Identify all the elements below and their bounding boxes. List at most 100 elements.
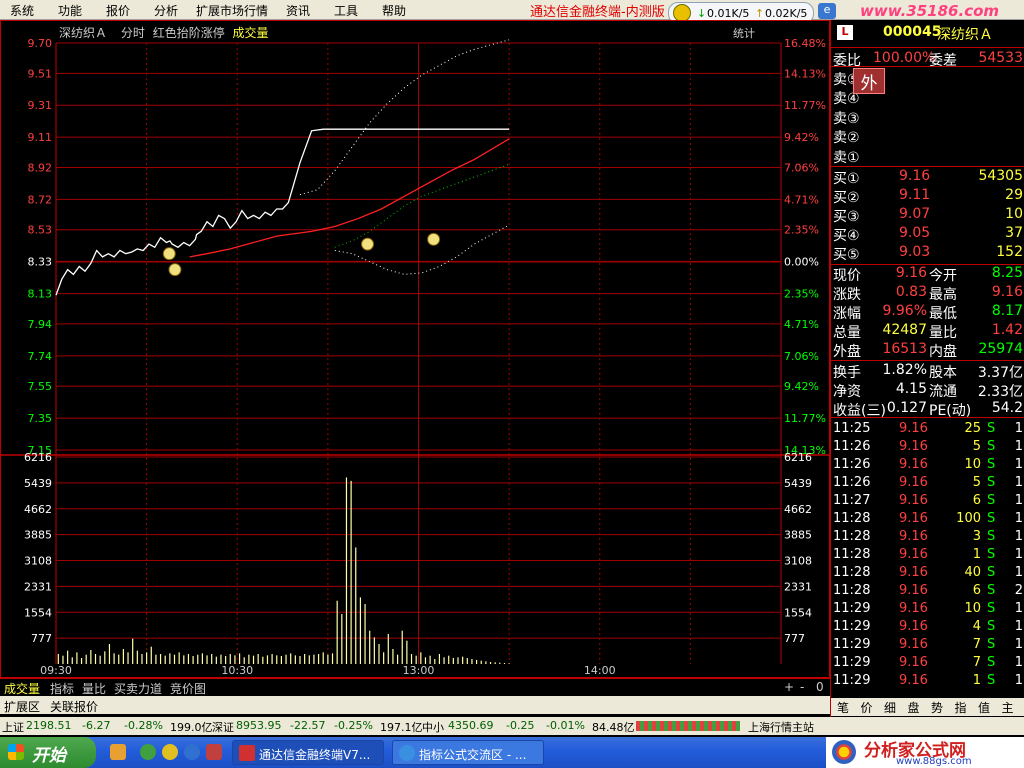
panel-tab[interactable]: 笔	[837, 699, 849, 716]
brand-url: www.88gs.com	[896, 756, 972, 767]
price-tick-label: 8.53	[28, 224, 53, 237]
tick-side: S	[987, 637, 996, 652]
zoom-in-button[interactable]: +	[784, 680, 794, 694]
buy-price: 9.11	[899, 187, 931, 203]
tick-side: S	[987, 457, 996, 472]
tick-volume: 6	[972, 583, 981, 598]
buy-row: 买② 9.11 29	[833, 187, 1023, 206]
tick-volume: 7	[972, 655, 981, 670]
sell-level-label: 卖③	[833, 110, 860, 127]
tick-price: 9.16	[899, 421, 928, 436]
tick-side: S	[987, 583, 996, 598]
tick-price: 9.16	[899, 673, 928, 688]
price-tick-label: 8.72	[28, 193, 53, 206]
stat-value: 25974	[978, 341, 1023, 357]
tick-count: 1	[1014, 493, 1023, 508]
tab-buy-sell-force[interactable]: 买卖力道	[114, 680, 162, 697]
buy-level-label: 买④	[833, 228, 860, 244]
buy-price: 9.07	[899, 206, 931, 222]
chart-canvas: 9.70 16.48% 9.51 14.13% 9.31 11.77% 9.11 9.42% 8…	[1, 37, 831, 677]
tick-row: 11:27 9.16 6 S 1	[833, 493, 1023, 512]
quicklaunch-ie-icon[interactable]	[184, 744, 200, 760]
tick-count: 1	[1014, 511, 1023, 526]
stock-code: 000045	[883, 24, 942, 40]
intraday-chart[interactable]: 深纺织Ａ 分时 红色抬阶涨停 成交量 统计 9.70 16.48% 9.51 14.1…	[0, 20, 831, 678]
quicklaunch-app2-icon[interactable]	[162, 744, 178, 760]
fund-row: 净资 4.15 流通 2.33亿	[833, 381, 1023, 400]
menu-quote[interactable]: 报价	[106, 2, 130, 19]
tab-auction[interactable]: 竞价图	[170, 680, 206, 697]
tick-row: 11:26 9.16 10 S 1	[833, 457, 1023, 476]
tick-count: 1	[1014, 637, 1023, 652]
weibi-value: 100.00%	[873, 50, 936, 66]
tick-row: 11:26 9.16 5 S 1	[833, 475, 1023, 494]
tick-time: 11:29	[833, 673, 871, 688]
tab-volume[interactable]: 成交量	[4, 680, 40, 697]
panel-tab[interactable]: 指	[955, 699, 967, 716]
menu-function[interactable]: 功能	[58, 2, 82, 19]
ie-icon[interactable]: e	[818, 3, 836, 19]
zx-value: 4350.69	[448, 719, 494, 732]
stat-label: 总量	[833, 325, 861, 341]
menu-help[interactable]: 帮助	[382, 2, 406, 19]
zoom-out-button[interactable]: -	[800, 680, 804, 694]
menu-analysis[interactable]: 分析	[154, 2, 178, 19]
taskbar-button-tdx-label: 通达信金融终端V7...	[259, 748, 371, 762]
stat-row: 涨幅 9.96% 最低 8.17	[833, 303, 1023, 322]
taskbar-button-tdx[interactable]: 通达信金融终端V7...	[232, 740, 384, 765]
buy-row: 买⑤ 9.03 152	[833, 244, 1023, 263]
tick-volume: 10	[964, 601, 981, 616]
pct-tick-label: 11.77%	[784, 99, 826, 112]
zx-percent: -0.01%	[546, 719, 585, 732]
stat-value: 1.42	[991, 322, 1023, 338]
price-tick-label: 7.55	[28, 380, 53, 393]
stat-row: 外盘 16513 内盘 25974	[833, 341, 1023, 360]
quicklaunch-app3-icon[interactable]	[206, 744, 222, 760]
volume-tick-label-right: 1554	[784, 606, 812, 619]
server-name[interactable]: 上海行情主站	[748, 719, 814, 735]
panel-tab[interactable]: 盘	[908, 699, 920, 716]
tick-side: S	[987, 529, 996, 544]
tick-side: S	[987, 565, 996, 580]
tick-time: 11:29	[833, 601, 871, 616]
start-button[interactable]: 开始	[0, 737, 96, 768]
fund-label: 换手	[833, 365, 861, 381]
ie-page-icon	[399, 745, 415, 761]
tab-volume-ratio[interactable]: 量比	[82, 680, 106, 697]
panel-tab[interactable]: 主	[1002, 699, 1014, 716]
tick-price: 9.16	[899, 583, 928, 598]
weicha-value: 54533	[978, 50, 1023, 66]
taskbar-button-forum[interactable]: 指标公式交流区 - ...	[392, 740, 544, 765]
tab-related-quote[interactable]: 关联报价	[50, 698, 98, 715]
tick-row: 11:25 9.16 25 S 1	[833, 421, 1023, 440]
tick-row: 11:29 9.16 7 S 1	[833, 637, 1023, 656]
panel-tab[interactable]: 势	[931, 699, 943, 716]
menu-system[interactable]: 系统	[10, 2, 34, 19]
panel-tab[interactable]: 值	[978, 699, 990, 716]
tick-volume: 100	[956, 511, 981, 526]
tick-time: 11:29	[833, 619, 871, 634]
sh-amount: 199.0亿	[170, 721, 213, 734]
sell-level-label: 卖①	[833, 149, 860, 166]
stock-name: 深纺织Ａ	[937, 27, 993, 43]
quicklaunch-desktop-icon[interactable]	[110, 744, 126, 760]
pct-tick-label: 9.42%	[784, 380, 819, 393]
panel-tab[interactable]: 细	[884, 699, 896, 716]
price-tick-label: 8.13	[28, 288, 53, 301]
tab-indicator[interactable]: 指标	[50, 680, 74, 697]
zoom-reset-button[interactable]: 0	[816, 680, 824, 694]
quicklaunch-app-icon[interactable]	[140, 744, 156, 760]
tick-time: 11:28	[833, 565, 871, 580]
quote-panel: L 000045 深纺织Ａ 委比 100.00% 委差 54533 卖⑤ 卖④ 卖③…	[830, 20, 1024, 718]
pct-tick-label: 4.71%	[784, 318, 819, 331]
menu-tools[interactable]: 工具	[334, 2, 358, 19]
menu-extended-market[interactable]: 扩展市场行情	[196, 2, 268, 19]
sh-label: 上证	[2, 721, 24, 734]
outer-tag: 外	[853, 68, 885, 94]
tab-extension[interactable]: 扩展区	[4, 698, 40, 715]
buy-volume: 37	[1005, 225, 1023, 241]
panel-tab[interactable]: 价	[861, 699, 873, 716]
panel-tabs: 笔价细盘势指值主	[831, 698, 1024, 716]
menu-news[interactable]: 资讯	[286, 2, 310, 19]
pct-tick-label: 16.48%	[784, 37, 826, 50]
